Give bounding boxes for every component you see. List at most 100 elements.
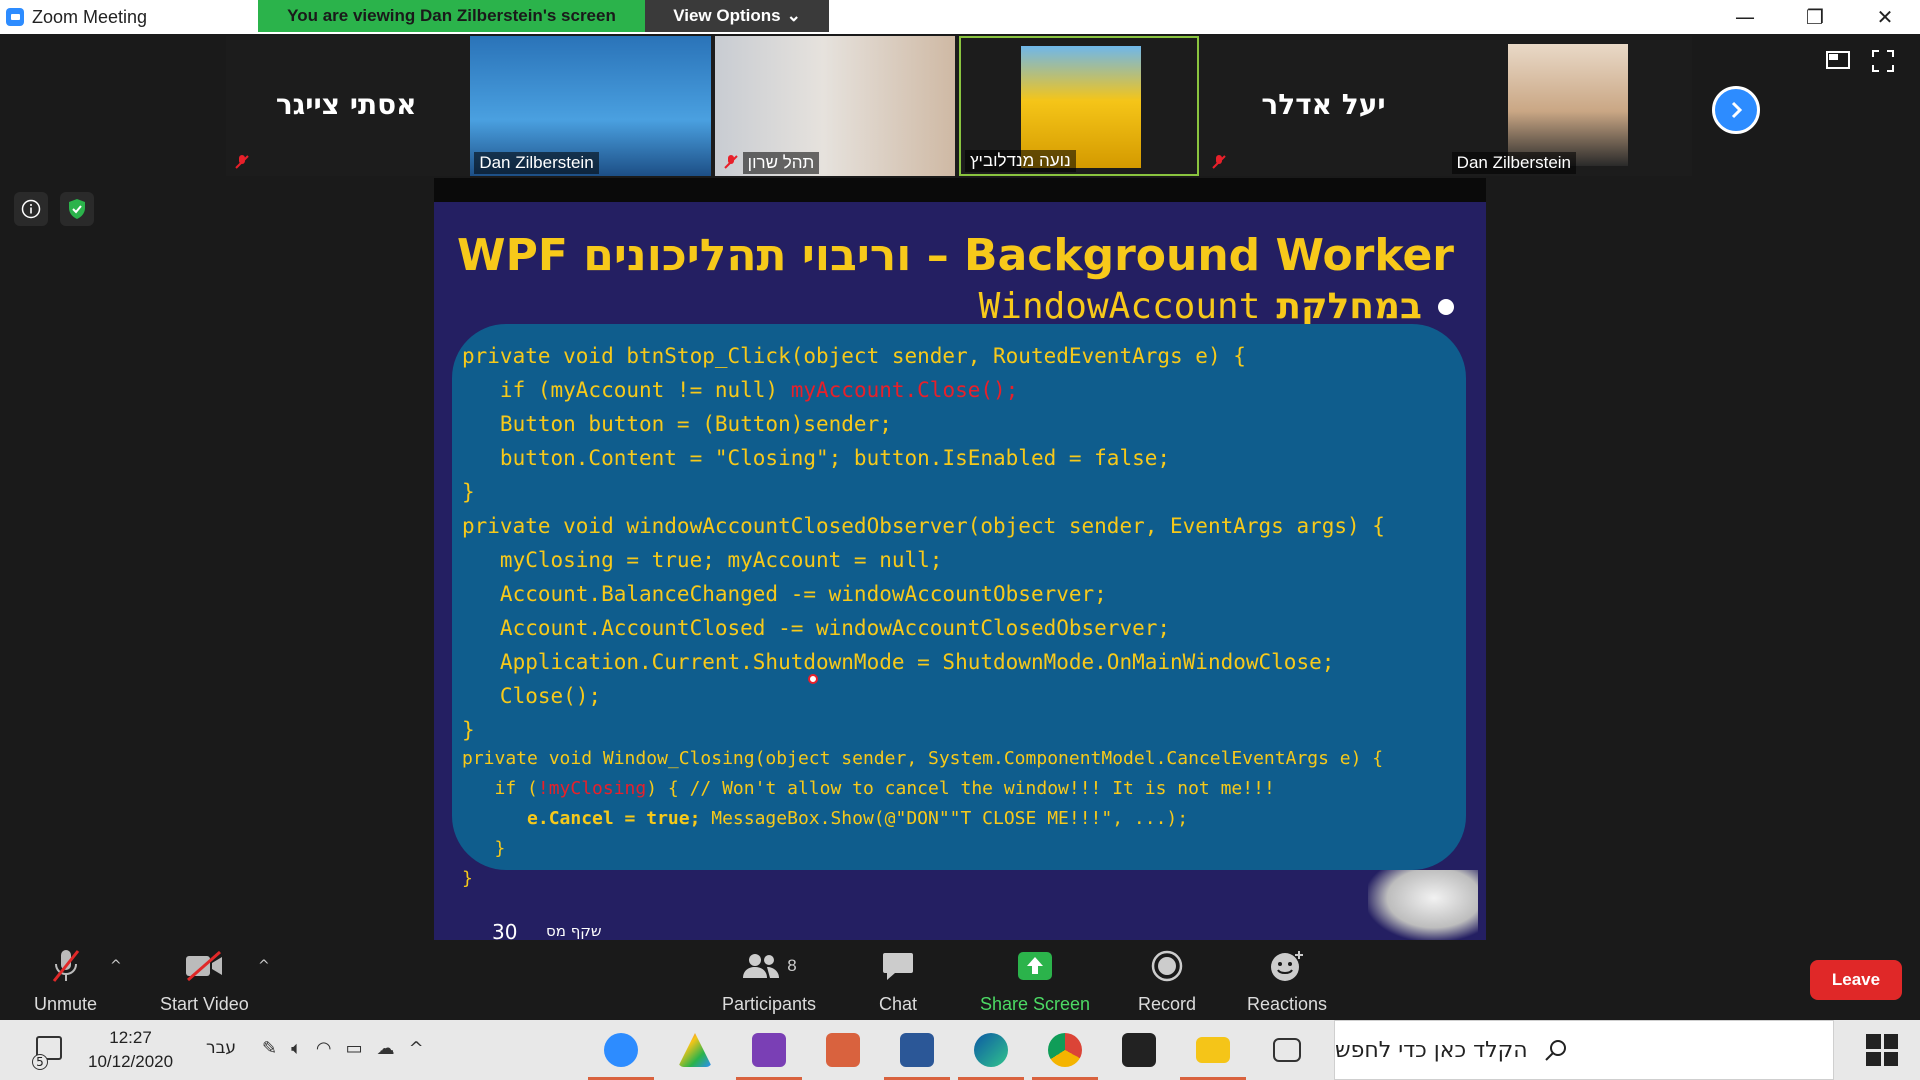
participant-name: יעל אדלר	[1261, 88, 1386, 121]
taskbar-chrome[interactable]	[1028, 1020, 1102, 1080]
code-text: e.Cancel = true;	[462, 808, 712, 829]
minimize-button[interactable]: —	[1710, 0, 1780, 34]
code-line: Account.AccountClosed -= windowAccountCl…	[462, 616, 1171, 640]
visual-studio-icon	[752, 1033, 786, 1067]
volume-icon[interactable]: 🔈︎	[291, 1038, 302, 1059]
gallery-view-icon[interactable]	[1826, 50, 1850, 70]
chevron-up-icon[interactable]: ^	[409, 1038, 424, 1059]
media-app-icon	[1122, 1033, 1156, 1067]
participant-name: אסתי צייגר	[275, 88, 417, 121]
task-view-button[interactable]	[1250, 1020, 1324, 1080]
mic-muted-icon	[52, 950, 79, 982]
participant-tile[interactable]: יעל אדלר	[1203, 36, 1444, 176]
video-options-chevron-icon[interactable]: ^	[258, 958, 270, 974]
next-page-button[interactable]	[1712, 86, 1760, 134]
code-line: button.Content = "Closing"; button.IsEna…	[462, 446, 1171, 470]
search-icon	[1544, 1040, 1566, 1061]
code-line: if (!myClosing) { // Won't allow to canc…	[462, 778, 1275, 799]
notification-count: 5	[32, 1054, 48, 1070]
reactions-smiley-icon	[1271, 951, 1304, 981]
slide-top-bar	[434, 178, 1486, 202]
unmute-label: Unmute	[34, 994, 98, 1014]
system-clock[interactable]: 12:27 10/12/2020	[88, 1026, 173, 1074]
subtitle-text: במחלקת	[1276, 286, 1422, 327]
pen-icon[interactable]: ✎	[262, 1038, 277, 1059]
window-controls: — ❐ ✕	[1710, 0, 1920, 34]
zoom-app-icon	[604, 1033, 638, 1067]
code-line: Button button = (Button)sender;	[462, 412, 892, 436]
participant-tile[interactable]: תהל שרון	[714, 36, 955, 176]
leave-button[interactable]: Leave	[1810, 960, 1902, 1000]
unmute-button[interactable]: Unmute	[34, 946, 97, 1015]
onedrive-cloud-icon[interactable]: ☁︎	[377, 1038, 395, 1059]
taskbar-word[interactable]	[880, 1020, 954, 1080]
taskbar-app[interactable]	[658, 1020, 732, 1080]
input-language-indicator[interactable]: עבר	[206, 1038, 236, 1058]
view-options-button[interactable]: View Options ⌄	[645, 0, 829, 32]
system-tray: ✎ 🔈︎ ◠ ▭ ☁︎ ^	[262, 1038, 424, 1059]
reactions-label: Reactions	[1247, 994, 1328, 1014]
start-video-button[interactable]: Start Video	[160, 946, 249, 1015]
taskbar-file-explorer[interactable]	[1176, 1020, 1250, 1080]
mic-off-icon	[235, 155, 249, 169]
record-icon	[1151, 950, 1183, 982]
share-screen-label: Share Screen	[980, 994, 1091, 1014]
encryption-button[interactable]	[60, 192, 94, 226]
participant-name: תהל שרון	[742, 152, 820, 174]
participant-name: Dan Zilberstein	[474, 152, 599, 174]
audio-options-chevron-icon[interactable]: ^	[110, 958, 122, 974]
wifi-icon[interactable]: ◠	[316, 1038, 332, 1059]
window-title: Zoom Meeting	[32, 6, 148, 27]
participant-tile[interactable]: אסתי צייגר	[226, 36, 467, 176]
taskbar-apps	[584, 1020, 1324, 1080]
code-line: private void windowAccountClosedObserver…	[462, 514, 1385, 538]
participant-video	[1507, 44, 1628, 166]
meeting-info-button[interactable]	[14, 192, 48, 226]
word-icon	[900, 1033, 934, 1067]
slide-footer-text: שקף מס	[546, 922, 602, 940]
subtitle-class-name: WindowAccount	[978, 286, 1261, 327]
code-line: }	[462, 838, 506, 859]
participant-tile[interactable]: Dan Zilberstein	[470, 36, 711, 176]
taskbar-visual-studio[interactable]	[732, 1020, 806, 1080]
slide-page-number: 30	[492, 920, 518, 940]
participants-label: Participants	[722, 994, 817, 1014]
layout-controls	[1826, 50, 1894, 72]
clock-time: 12:27	[109, 1028, 152, 1047]
participants-button[interactable]: 8 Participants	[722, 946, 816, 1015]
participants-count: 8	[787, 956, 797, 975]
start-button[interactable]	[1866, 1034, 1898, 1066]
fullscreen-icon[interactable]	[1872, 50, 1894, 72]
clock-date: 10/12/2020	[88, 1052, 174, 1071]
code-line: Application.Current.ShutdownMode = Shutd…	[462, 650, 1335, 674]
participant-tile[interactable]: Dan Zilberstein	[1447, 36, 1688, 176]
slide-title: WPF וריבוי תהליכונים – Background Worker	[457, 230, 1454, 281]
task-view-icon	[1273, 1038, 1301, 1062]
code-line: Account.BalanceChanged -= windowAccountO…	[462, 582, 1107, 606]
battery-icon[interactable]: ▭	[346, 1038, 363, 1059]
chat-label: Chat	[879, 994, 918, 1014]
share-screen-button[interactable]: Share Screen	[980, 946, 1090, 1015]
taskbar-search-box[interactable]: הקלד כאן כדי לחפש	[1334, 1020, 1834, 1080]
record-label: Record	[1138, 994, 1197, 1014]
chrome-icon	[1048, 1033, 1082, 1067]
chat-button[interactable]: Chat	[879, 946, 917, 1015]
taskbar-app[interactable]	[1102, 1020, 1176, 1080]
participants-icon	[743, 954, 780, 978]
record-button[interactable]: Record	[1138, 946, 1196, 1015]
taskbar-app[interactable]	[806, 1020, 880, 1080]
reactions-button[interactable]: Reactions	[1247, 946, 1327, 1015]
windows-logo-icon	[1866, 1034, 1881, 1049]
taskbar-edge[interactable]	[954, 1020, 1028, 1080]
restore-button[interactable]: ❐	[1780, 0, 1850, 34]
participant-tile-active-speaker[interactable]: נועה מנדלוביץ	[958, 36, 1200, 176]
zoom-logo-icon	[6, 8, 24, 26]
mic-off-icon	[723, 155, 738, 169]
chat-icon	[883, 953, 914, 980]
paint-app-icon	[678, 1033, 712, 1067]
code-line: e.Cancel = true; MessageBox.Show(@"DON""…	[462, 808, 1188, 829]
close-button[interactable]: ✕	[1850, 0, 1920, 34]
start-video-label: Start Video	[160, 994, 249, 1014]
taskbar-zoom[interactable]	[584, 1020, 658, 1080]
shield-check-icon	[69, 199, 85, 219]
